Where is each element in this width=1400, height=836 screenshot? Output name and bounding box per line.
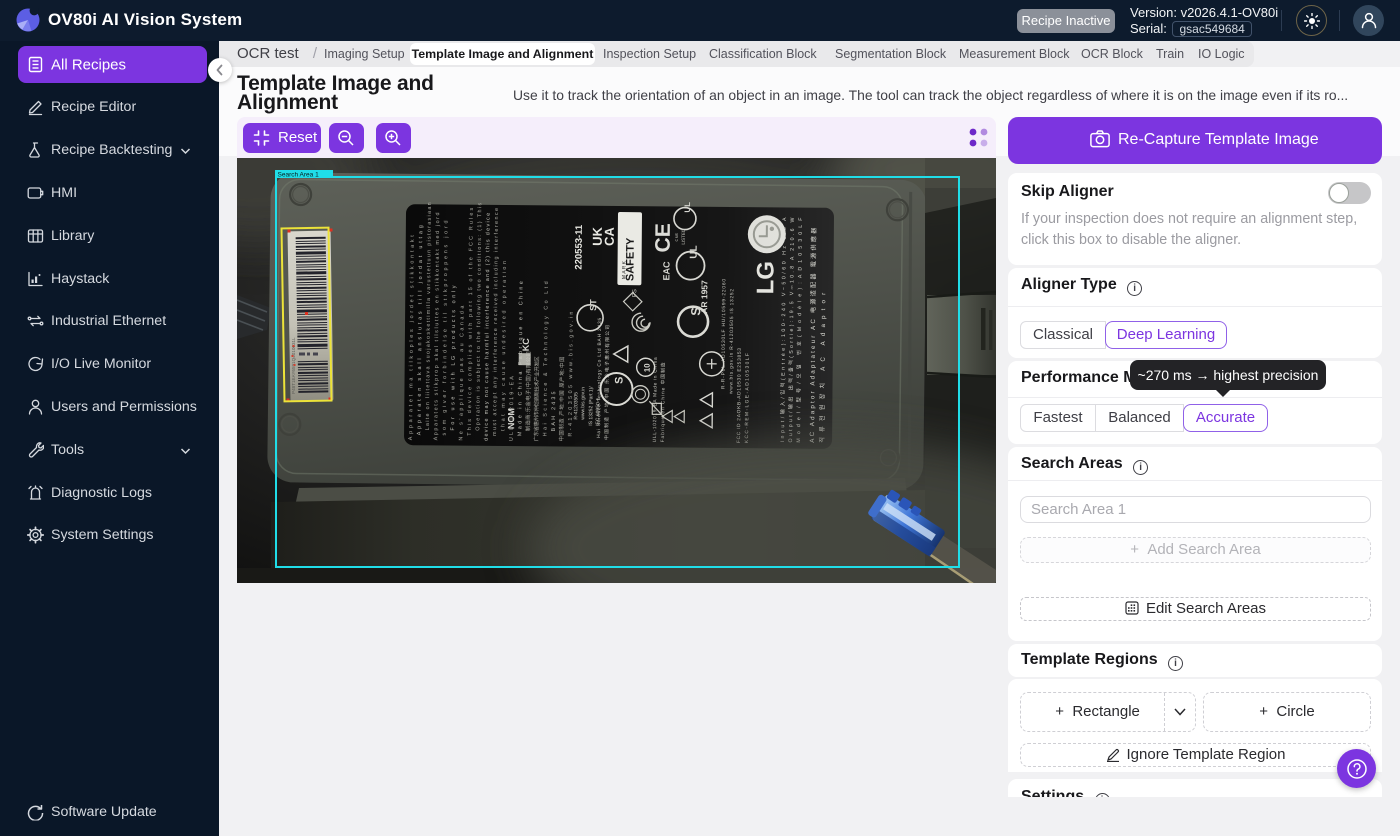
svg-text:Search Area 1: Search Area 1 xyxy=(278,172,320,179)
